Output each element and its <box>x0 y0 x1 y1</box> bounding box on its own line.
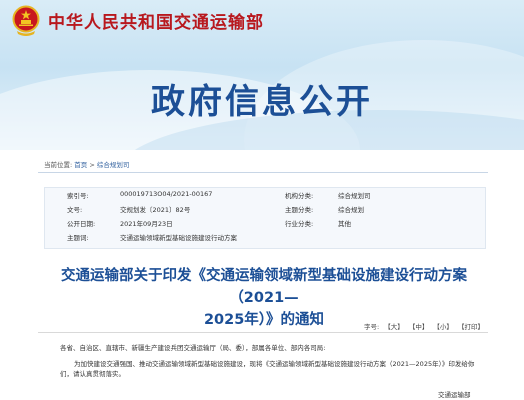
header-banner: 中华人民共和国交通运输部 政府信息公开 <box>0 0 524 150</box>
info-label: 主题分类: <box>285 206 314 214</box>
info-value: 综合规划 <box>338 206 364 214</box>
breadcrumb-home-link[interactable]: 首页 <box>74 161 87 169</box>
info-label: 索引号: <box>67 192 89 200</box>
font-small-button[interactable]: 【小】 <box>433 323 453 331</box>
info-label: 机构分类: <box>285 192 314 200</box>
divider <box>38 332 488 333</box>
info-row: 文号: 交规划发〔2021〕82号 主题分类: 综合规划 <box>45 204 485 216</box>
info-label: 公开日期: <box>67 220 96 228</box>
print-button[interactable]: 【打印】 <box>458 323 484 331</box>
info-row: 公开日期: 2021年09月23日 行业分类: 其他 <box>45 218 485 230</box>
section-title: 政府信息公开 <box>151 82 373 122</box>
font-size-label: 字号: <box>363 323 380 331</box>
info-table: 索引号: 000019713O04/2021-00167 机构分类: 综合规划司… <box>44 187 486 249</box>
greeting-text: 各省、自治区、直辖市、新疆生产建设兵团交通运输厅（局、委），部属各单位、部内各司… <box>60 344 326 352</box>
document-title-line: 交通运输部关于印发《交通运输领域新型基础设施建设行动方案（2021— <box>61 268 467 306</box>
info-row: 主题词: 交通运输领域新型基础设施建设行动方案 <box>45 232 485 244</box>
font-medium-button[interactable]: 【中】 <box>409 323 429 331</box>
info-value: 2021年09月23日 <box>120 220 173 228</box>
info-value: 交规划发〔2021〕82号 <box>120 206 191 214</box>
font-size-controls: 字号: 【大】 【中】 【小】 【打印】 <box>361 321 484 331</box>
breadcrumb-prefix: 当前位置: <box>44 161 73 169</box>
info-label: 文号: <box>67 206 83 214</box>
breadcrumb: 当前位置: 首页 > 综合规划司 <box>44 159 129 169</box>
info-value: 其他 <box>338 220 351 228</box>
ministry-name[interactable]: 中华人民共和国交通运输部 <box>48 8 264 33</box>
font-large-button[interactable]: 【大】 <box>384 323 404 331</box>
info-row: 索引号: 000019713O04/2021-00167 机构分类: 综合规划司 <box>45 190 485 202</box>
info-value: 000019713O04/2021-00167 <box>120 190 213 198</box>
breadcrumb-separator: > <box>89 161 95 169</box>
breadcrumb-section-link[interactable]: 综合规划司 <box>97 161 130 169</box>
national-emblem-icon[interactable] <box>12 5 40 37</box>
divider <box>38 172 488 173</box>
info-label: 行业分类: <box>285 220 314 228</box>
body-text: 为加快建设交通强国、推动交通运输领域新型基础设施建设，现将《交通运输领域新型基础… <box>60 360 475 378</box>
signature: 交通运输部 <box>438 391 471 399</box>
info-label: 主题词: <box>67 234 89 242</box>
info-value: 交通运输领域新型基础设施建设行动方案 <box>120 234 237 242</box>
info-value: 综合规划司 <box>338 192 371 200</box>
